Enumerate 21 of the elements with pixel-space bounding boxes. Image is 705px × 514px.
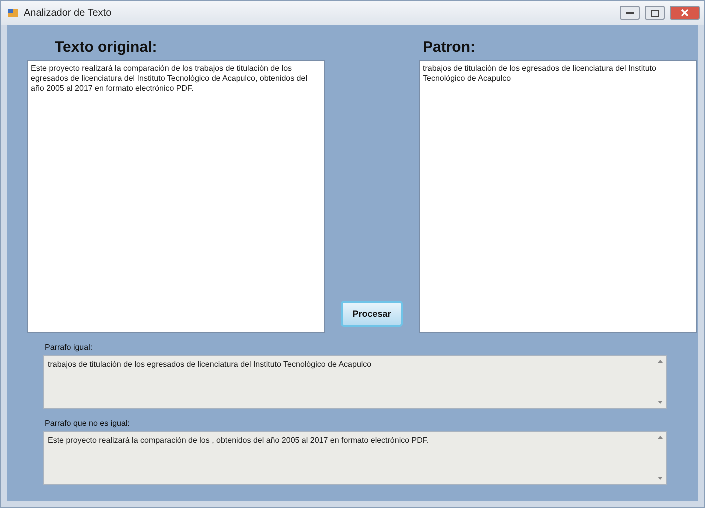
result-field[interactable]: trabajos de titulación de los egresados de licenciatura del Instituto Tecnológico de Acapulco — [43, 355, 667, 409]
minimize-button[interactable] — [620, 6, 640, 20]
app-icon — [7, 7, 19, 19]
scroll-up-icon[interactable] — [658, 436, 662, 439]
scroll-down-icon[interactable] — [658, 477, 662, 480]
original-text-field[interactable]: Este proyecto realizará la comparación de los trabajos de titulación de los egresados de licenciatura del Instituto Tecnológico de Acapulco, obtenidos del año 2005 al 2017 en formato electrónico PDF. — [27, 60, 325, 333]
close-icon — [681, 9, 689, 17]
result-label: Parrafo que no es igual: — [45, 419, 131, 428]
minimize-icon — [626, 12, 634, 14]
window-title: Analizador de Texto — [24, 8, 113, 18]
scroll-down-icon[interactable] — [658, 401, 662, 404]
pattern-label: Patron: — [423, 39, 476, 56]
close-button[interactable] — [670, 6, 700, 20]
process-button[interactable]: Procesar — [341, 301, 403, 327]
original-text-label: Texto original: — [55, 39, 158, 56]
scroll-up-icon[interactable] — [658, 360, 662, 363]
pattern-field[interactable]: trabajos de titulación de los egresados de licenciatura del Instituto Tecnológico de Acapulco — [419, 60, 697, 333]
result-label: Parrafo igual: — [45, 343, 94, 352]
maximize-button[interactable] — [645, 6, 665, 20]
maximize-icon — [651, 10, 659, 16]
result-field[interactable]: Este proyecto realizará la comparación de los , obtenidos del año 2005 al 2017 en formato electrónico PDF. — [43, 431, 667, 485]
